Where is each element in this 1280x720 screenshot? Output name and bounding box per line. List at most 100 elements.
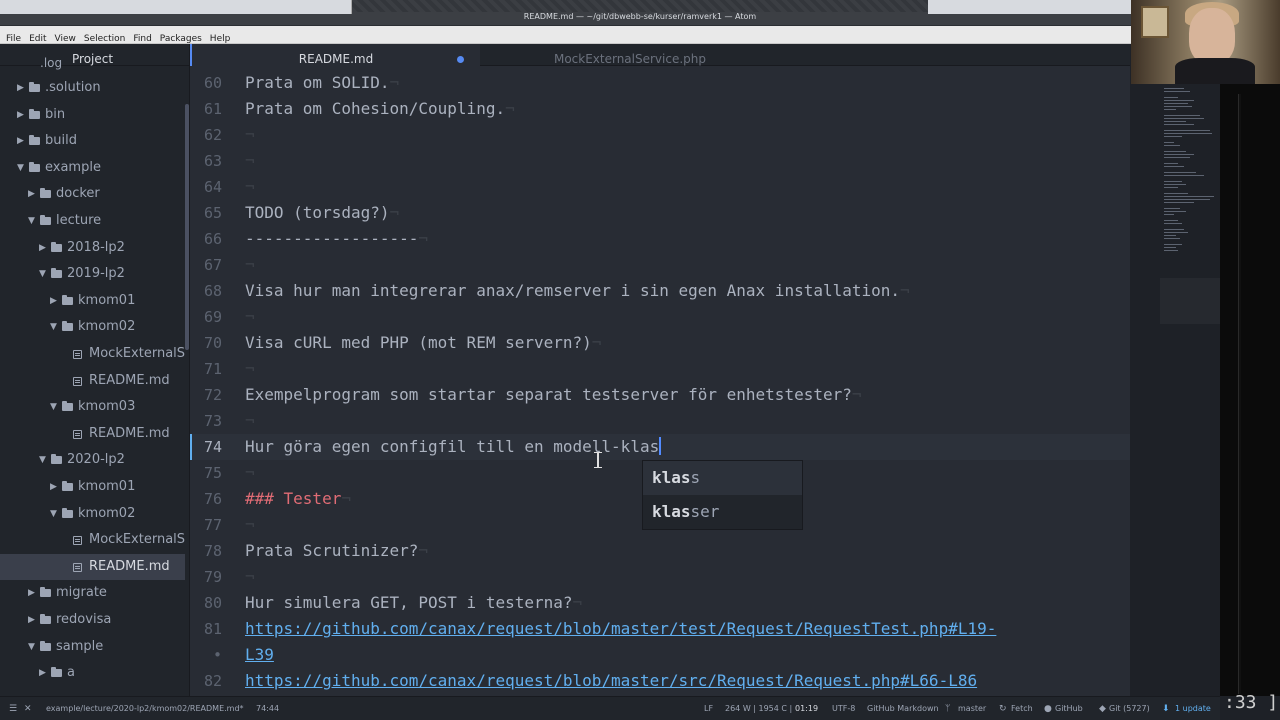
status-git[interactable]: Git (5727) — [1109, 704, 1150, 713]
status-github[interactable]: GitHub — [1055, 704, 1083, 713]
line-number[interactable]: 64 — [190, 174, 222, 200]
menu-selection[interactable]: Selection — [80, 31, 129, 44]
menu-packages[interactable]: Packages — [156, 31, 206, 44]
line-number[interactable]: 71 — [190, 356, 222, 382]
tab-mock-external-service[interactable]: MockExternalService.php — [480, 44, 780, 66]
line-number[interactable]: 67 — [190, 252, 222, 278]
tree-file[interactable]: README.md — [0, 553, 185, 580]
tree-folder[interactable]: ▼ kmom02 — [0, 314, 185, 340]
line-number[interactable]: 81 — [190, 616, 222, 642]
line-number[interactable]: • — [190, 642, 222, 668]
chevron-right-icon[interactable]: ▶ — [39, 235, 46, 261]
tree-folder[interactable]: ▼ kmom03 — [0, 394, 185, 420]
menu-edit[interactable]: Edit — [25, 31, 50, 44]
chevron-down-icon[interactable]: ▼ — [50, 314, 57, 340]
status-file-path[interactable]: example/lecture/2020-lp2/kmom02/README.m… — [46, 704, 244, 713]
status-line-ending[interactable]: LF — [704, 704, 713, 713]
tree-folder[interactable]: ▶ docker — [0, 181, 185, 207]
tree-folder[interactable]: ▶ kmom01 — [0, 474, 185, 500]
line-number[interactable]: 66 — [190, 226, 222, 252]
tree-folder[interactable]: ▶ 2018-lp2 — [0, 235, 185, 261]
tree-folder[interactable]: ▶ bin — [0, 102, 185, 128]
chevron-right-icon[interactable]: ▶ — [17, 75, 24, 101]
tree-folder[interactable]: ▼ kmom02 — [0, 501, 185, 527]
os-tab-strip-left[interactable] — [0, 0, 352, 14]
line-number[interactable]: 78 — [190, 538, 222, 564]
minimap-line — [1164, 124, 1194, 125]
chevron-down-icon[interactable]: ▼ — [17, 155, 24, 181]
chevron-right-icon[interactable]: ▶ — [50, 474, 57, 500]
project-panel-title[interactable]: Project — [72, 52, 113, 66]
chevron-right-icon[interactable]: ▶ — [50, 288, 57, 314]
tree-folder[interactable]: ▶ migrate — [0, 580, 185, 606]
line-number[interactable]: 76 — [190, 486, 222, 512]
chevron-down-icon[interactable]: ▼ — [50, 501, 57, 527]
line-number[interactable]: 80 — [190, 590, 222, 616]
text-editor[interactable]: 60 Prata om SOLID.¬ 61 Prata om Cohesion/Co… — [190, 66, 1130, 696]
tree-folder[interactable]: ▶ a — [0, 660, 185, 686]
tree-file[interactable]: README.md — [0, 421, 185, 447]
autocomplete-suggestion[interactable]: klass — [643, 461, 802, 495]
tree-file[interactable]: MockExternalS — [0, 527, 185, 553]
minimap-visible-region[interactable] — [1160, 278, 1220, 324]
line-number[interactable]: 68 — [190, 278, 222, 304]
code-line-link[interactable]: https://github.com/canax/request/blob/ma… — [245, 616, 996, 642]
chevron-down-icon[interactable]: ▼ — [39, 261, 46, 287]
line-number[interactable]: 61 — [190, 96, 222, 122]
line-number[interactable]: 65 — [190, 200, 222, 226]
tree-folder[interactable]: ▶ build — [0, 128, 185, 154]
menu-find[interactable]: Find — [129, 31, 155, 44]
line-number[interactable]: 60 — [190, 70, 222, 96]
line-number[interactable]: 63 — [190, 148, 222, 174]
line-number[interactable]: 79 — [190, 564, 222, 590]
chevron-right-icon[interactable]: ▶ — [28, 181, 35, 207]
menu-help[interactable]: Help — [206, 31, 235, 44]
chevron-right-icon[interactable]: ▶ — [39, 660, 46, 686]
menu-burger-icon[interactable]: ☰ — [9, 704, 17, 714]
tree-folder[interactable]: ▶ .solution — [0, 75, 185, 101]
chevron-right-icon[interactable]: ▶ — [28, 580, 35, 606]
line-number[interactable]: 72 — [190, 382, 222, 408]
tree-folder[interactable]: ▶ redovisa — [0, 607, 185, 633]
minimap[interactable] — [1160, 88, 1220, 324]
chevron-right-icon[interactable]: ▶ — [17, 102, 24, 128]
code-line-link[interactable]: L39 — [245, 642, 274, 668]
chevron-right-icon[interactable]: ▶ — [17, 128, 24, 154]
tree-item-label: README.md — [89, 558, 170, 574]
tree-folder[interactable]: ▼ 2020-lp2 — [0, 447, 185, 473]
menu-file[interactable]: File — [0, 31, 25, 44]
line-number[interactable]: 73 — [190, 408, 222, 434]
autocomplete-suggestion[interactable]: klasser — [643, 495, 802, 529]
line-number[interactable]: 70 — [190, 330, 222, 356]
chevron-down-icon[interactable]: ▼ — [28, 208, 35, 234]
line-number[interactable]: 77 — [190, 512, 222, 538]
chevron-down-icon[interactable]: ▼ — [50, 394, 57, 420]
tree-folder[interactable]: ▼ sample — [0, 634, 185, 660]
code-line-link[interactable]: https://github.com/canax/request/blob/ma… — [245, 668, 977, 694]
tree-file[interactable]: README.md — [0, 368, 185, 394]
status-fetch[interactable]: Fetch — [1011, 704, 1033, 713]
line-number[interactable]: 74 — [190, 434, 222, 460]
status-grammar[interactable]: GitHub Markdown — [867, 704, 939, 713]
os-tab-strip-right[interactable] — [928, 0, 1138, 14]
line-number[interactable]: 82 — [190, 668, 222, 694]
chevron-down-icon[interactable]: ▼ — [39, 447, 46, 473]
tree-folder[interactable]: ▼ lecture — [0, 208, 185, 234]
line-number[interactable]: 69 — [190, 304, 222, 330]
chevron-down-icon[interactable]: ▼ — [28, 634, 35, 660]
chevron-right-icon[interactable]: ▶ — [28, 607, 35, 633]
line-number[interactable]: 62 — [190, 122, 222, 148]
tree-scrollbar[interactable] — [185, 104, 189, 350]
status-encoding[interactable]: UTF-8 — [832, 704, 855, 713]
status-cursor-position[interactable]: 74:44 — [256, 704, 279, 713]
tree-folder[interactable]: ▶ kmom01 — [0, 288, 185, 314]
status-update[interactable]: 1 update — [1175, 704, 1211, 713]
tree-file[interactable]: MockExternalS — [0, 341, 185, 367]
close-icon[interactable]: ✕ — [24, 704, 32, 714]
tree-folder[interactable]: ▼ 2019-lp2 — [0, 261, 185, 287]
line-number[interactable]: 75 — [190, 460, 222, 486]
status-branch[interactable]: master — [958, 704, 986, 713]
menu-view[interactable]: View — [51, 31, 80, 44]
tree-folder[interactable]: ▼ example — [0, 155, 185, 181]
tab-readme[interactable]: README.md — [190, 44, 480, 66]
